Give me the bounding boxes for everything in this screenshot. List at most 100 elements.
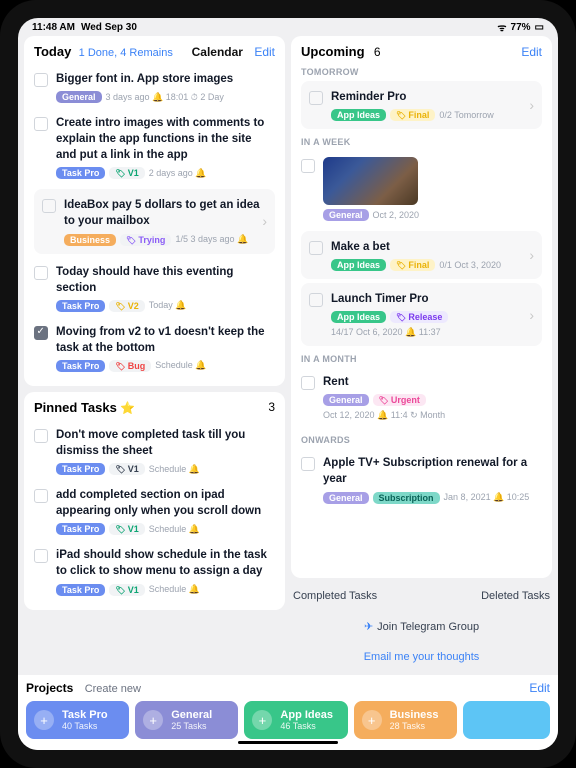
send-icon: ✈	[364, 620, 373, 633]
plus-icon[interactable]: +	[252, 710, 272, 730]
checkbox[interactable]	[42, 199, 56, 213]
pinned-count: 3	[268, 400, 275, 414]
checkbox[interactable]	[309, 241, 323, 255]
deleted-tasks-link[interactable]: Deleted Tasks	[481, 590, 550, 602]
home-indicator	[238, 741, 338, 744]
task-item[interactable]: Moving from v2 to v1 doesn't keep the ta…	[34, 318, 275, 378]
status-battery: 77%	[511, 22, 531, 33]
task-item[interactable]: add completed section on ipad appearing …	[34, 481, 275, 541]
checkbox[interactable]	[34, 117, 48, 131]
task-meta: Schedule 🔔	[149, 524, 200, 535]
today-edit[interactable]: Edit	[254, 45, 275, 59]
task-appletv[interactable]: Apple TV+ Subscription renewal for a yea…	[301, 449, 542, 509]
chevron-right-icon: ›	[262, 213, 267, 229]
status-bar: 11:48 AM Wed Sep 30 ᯤ 77% ▭	[18, 18, 558, 36]
upcoming-edit[interactable]: Edit	[521, 45, 542, 59]
project-card[interactable]: + Business28 Tasks	[354, 701, 457, 739]
project-card-more[interactable]	[463, 701, 550, 739]
group-tomorrow: TOMORROW	[301, 67, 542, 77]
email-link[interactable]: Email me your thoughts	[291, 645, 552, 669]
wifi-icon: ᯤ	[497, 20, 506, 34]
task-thumbnail	[323, 157, 418, 205]
task-meta: 1/5 3 days ago 🔔	[175, 234, 248, 245]
screen: 11:48 AM Wed Sep 30 ᯤ 77% ▭ Today 1 Done…	[18, 18, 558, 750]
task-meta: 2 days ago 🔔	[149, 168, 207, 179]
task-meta: Schedule 🔔	[149, 584, 200, 595]
project-name: General	[171, 709, 212, 721]
upcoming-count: 6	[374, 45, 381, 59]
task-title: Moving from v2 to v1 doesn't keep the ta…	[56, 324, 275, 356]
project-badge: Task Pro	[56, 300, 105, 312]
projects-bar: Projects Create new Edit + Task Pro40 Ta…	[18, 675, 558, 750]
task-meta: Schedule 🔔	[155, 360, 206, 371]
project-badge: General	[56, 91, 102, 103]
create-new-link[interactable]: Create new	[85, 683, 141, 695]
task-title: add completed section on ipad appearing …	[56, 487, 275, 519]
task-item[interactable]: Today should have this eventing section …	[34, 258, 275, 318]
group-week: IN A WEEK	[301, 137, 542, 147]
project-name: Task Pro	[62, 709, 108, 721]
plus-icon[interactable]: +	[143, 710, 163, 730]
checkbox[interactable]	[309, 293, 323, 307]
task-launch-timer[interactable]: Launch Timer Pro App Ideas Release 14/17…	[301, 283, 542, 346]
task-item[interactable]: IdeaBox pay 5 dollars to get an idea to …	[34, 189, 275, 253]
checkbox[interactable]	[301, 159, 315, 173]
projects-edit[interactable]: Edit	[529, 681, 550, 695]
today-progress: 1 Done, 4 Remains	[79, 47, 173, 59]
chevron-right-icon: ›	[529, 307, 534, 323]
checkbox[interactable]	[301, 376, 315, 390]
project-card[interactable]: + Task Pro40 Tasks	[26, 701, 129, 739]
task-meta: Schedule 🔔	[149, 464, 200, 475]
star-icon: ⭐	[120, 401, 135, 415]
task-make-bet[interactable]: Make a bet App Ideas Final 0/1 Oct 3, 20…	[301, 231, 542, 279]
task-item[interactable]: Don't move completed task till you dismi…	[34, 421, 275, 481]
plus-icon[interactable]: +	[362, 710, 382, 730]
checkbox[interactable]	[34, 429, 48, 443]
checkbox[interactable]	[34, 326, 48, 340]
checkbox[interactable]	[301, 457, 315, 471]
task-reminder-pro[interactable]: Reminder Pro App Ideas Final 0/2 Tomorro…	[301, 81, 542, 129]
project-badge: Task Pro	[56, 463, 105, 475]
project-card[interactable]: + App Ideas46 Tasks	[244, 701, 347, 739]
upcoming-title: Upcoming	[301, 44, 365, 59]
task-item[interactable]: Bigger font in. App store images General…	[34, 65, 275, 109]
telegram-link[interactable]: ✈ Join Telegram Group	[291, 614, 552, 639]
checkbox[interactable]	[34, 266, 48, 280]
task-rent[interactable]: Rent General Urgent Oct 12, 2020 🔔 11:4 …	[301, 368, 542, 427]
task-item[interactable]: iPad should show schedule in the task to…	[34, 541, 275, 601]
today-card: Today 1 Done, 4 Remains Calendar Edit Bi…	[24, 36, 285, 386]
task-title: iPad should show schedule in the task to…	[56, 547, 275, 579]
project-name: App Ideas	[280, 709, 333, 721]
checkbox[interactable]	[34, 489, 48, 503]
project-count: 25 Tasks	[171, 721, 212, 731]
pinned-title: Pinned Tasks	[34, 400, 117, 415]
tag: V2	[109, 300, 144, 312]
checkbox[interactable]	[309, 91, 323, 105]
task-meta: Today 🔔	[149, 300, 187, 311]
project-name: Business	[390, 709, 439, 721]
project-count: 40 Tasks	[62, 721, 108, 731]
completed-tasks-link[interactable]: Completed Tasks	[293, 590, 377, 602]
task-title: Don't move completed task till you dismi…	[56, 427, 275, 459]
checkbox[interactable]	[34, 73, 48, 87]
calendar-link[interactable]: Calendar	[192, 45, 243, 59]
task-item[interactable]: Create intro images with comments to exp…	[34, 109, 275, 185]
task-title: Bigger font in. App store images	[56, 71, 275, 87]
status-date: Wed Sep 30	[81, 22, 137, 33]
chevron-right-icon: ›	[529, 97, 534, 113]
upcoming-card: Upcoming 6 Edit TOMORROW Reminder Pro Ap…	[291, 36, 552, 578]
today-title: Today	[34, 44, 71, 59]
project-count: 28 Tasks	[390, 721, 439, 731]
task-image[interactable]: General Oct 2, 2020	[301, 151, 542, 227]
plus-icon[interactable]: +	[34, 710, 54, 730]
tag: V1	[109, 463, 144, 475]
checkbox[interactable]	[34, 549, 48, 563]
project-card[interactable]: + General25 Tasks	[135, 701, 238, 739]
project-badge: Business	[64, 234, 116, 246]
task-title: Create intro images with comments to exp…	[56, 115, 275, 163]
projects-title: Projects	[26, 681, 73, 695]
group-month: IN A MONTH	[301, 354, 542, 364]
project-badge: Task Pro	[56, 167, 105, 179]
project-badge: Task Pro	[56, 360, 105, 372]
task-title: IdeaBox pay 5 dollars to get an idea to …	[64, 197, 267, 229]
